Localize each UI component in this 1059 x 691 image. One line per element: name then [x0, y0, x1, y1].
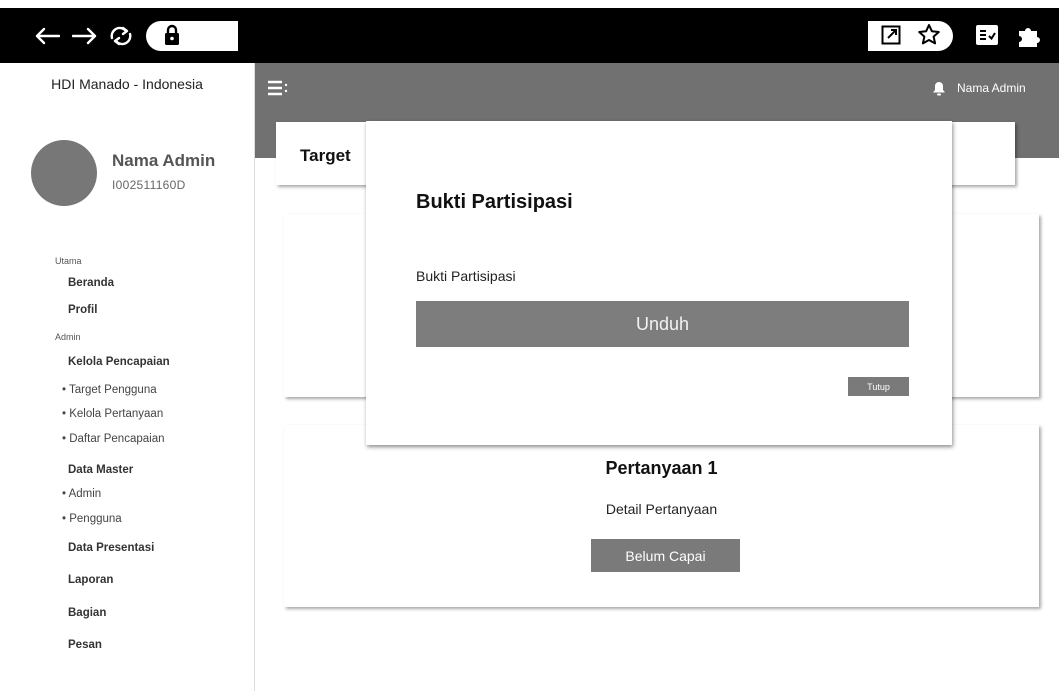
sidebar-item-pesan[interactable]: Pesan	[68, 639, 102, 651]
sidebar-item-data-master[interactable]: Data Master	[68, 464, 133, 476]
avatar[interactable]	[31, 140, 97, 206]
menu-icon[interactable]	[268, 80, 288, 101]
sidebar-item-bagian[interactable]: Bagian	[68, 607, 106, 619]
sidebar-item-kelola-pertanyaan[interactable]: Kelola Pertanyaan	[62, 408, 163, 420]
url-bar-body	[238, 21, 868, 51]
sidebar-item-daftar-pencapaian[interactable]: Daftar Pencapaian	[62, 433, 164, 445]
sidebar-item-target-pengguna[interactable]: Target Pengguna	[62, 384, 157, 396]
reload-icon[interactable]	[108, 8, 134, 63]
bell-icon[interactable]	[932, 81, 946, 101]
profile-id: I002511160D	[112, 178, 186, 192]
forward-icon[interactable]	[72, 8, 98, 63]
back-icon[interactable]	[34, 8, 60, 63]
brand-title: HDI Manado - Indonesia	[51, 76, 203, 92]
sidebar-item-kelola-pencapaian[interactable]: Kelola Pencapaian	[68, 356, 170, 368]
download-button[interactable]: Unduh	[416, 301, 909, 347]
star-icon[interactable]	[917, 23, 941, 47]
header-user-name[interactable]: Nama Admin	[957, 81, 1026, 95]
question-detail: Detail Pertanyaan	[605, 501, 718, 517]
profile-name: Nama Admin	[112, 151, 216, 170]
sidebar-item-pengguna[interactable]: Pengguna	[62, 513, 121, 525]
status-button[interactable]: Belum Capai	[591, 539, 740, 572]
puzzle-icon[interactable]	[1016, 23, 1042, 49]
page-title: Target	[300, 146, 351, 165]
question-title: Pertanyaan 1	[605, 458, 718, 478]
url-bar[interactable]	[146, 21, 238, 51]
sidebar: HDI Manado - Indonesia Nama Admin I00251…	[0, 63, 255, 691]
lock-icon	[164, 24, 180, 46]
open-external-icon[interactable]	[881, 25, 901, 45]
sidebar-item-admin[interactable]: Admin	[62, 488, 102, 500]
section-utama: Utama	[55, 256, 82, 266]
modal-field-label: Bukti Partisipasi	[416, 268, 516, 284]
close-button[interactable]: Tutup	[848, 377, 909, 396]
sidebar-item-beranda[interactable]: Beranda	[68, 277, 114, 289]
sidebar-item-profil[interactable]: Profil	[68, 304, 97, 316]
modal-title: Bukti Partisipasi	[416, 191, 573, 213]
section-admin: Admin	[55, 332, 81, 342]
reader-icon[interactable]	[976, 25, 998, 45]
browser-toolbar	[0, 8, 1059, 63]
sidebar-item-laporan[interactable]: Laporan	[68, 574, 113, 586]
sidebar-item-data-presentasi[interactable]: Data Presentasi	[68, 542, 154, 554]
